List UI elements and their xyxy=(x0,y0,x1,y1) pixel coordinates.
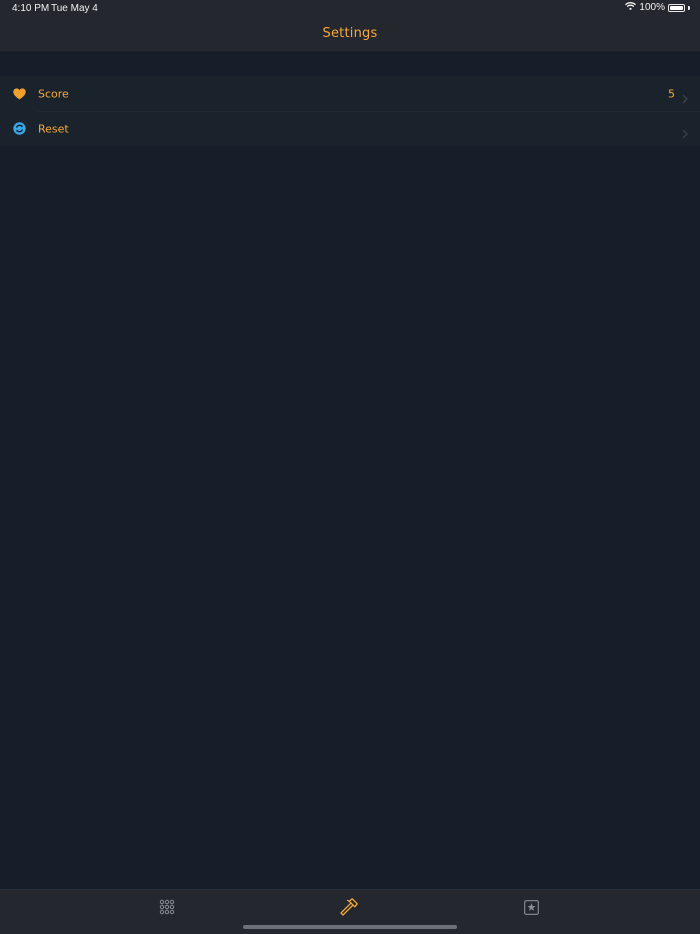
tab-favorites[interactable] xyxy=(521,899,541,919)
wifi-icon xyxy=(625,2,637,13)
grid-icon xyxy=(159,899,175,919)
battery-icon xyxy=(668,3,685,12)
tab-hammer[interactable] xyxy=(339,897,359,921)
settings-list: Score 5 Reset xyxy=(0,76,700,146)
star-square-icon xyxy=(523,899,539,919)
settings-row-reset[interactable]: Reset xyxy=(0,111,700,146)
status-indicators: 100% xyxy=(625,2,690,13)
battery-level-fill xyxy=(670,5,683,10)
home-indicator[interactable] xyxy=(243,925,457,929)
chevron-right-icon xyxy=(682,89,688,103)
score-value: 5 xyxy=(668,87,675,100)
status-time: 4:10 PM xyxy=(12,3,50,14)
status-date: Tue May 4 xyxy=(51,3,98,14)
settings-screen: 4:10 PM Tue May 4 100% Settings Score 5 … xyxy=(0,0,700,934)
tab-grid[interactable] xyxy=(157,899,177,919)
status-bar: 4:10 PM Tue May 4 100% xyxy=(0,0,700,18)
navigation-bar: Settings xyxy=(0,18,700,52)
reset-label: Reset xyxy=(38,122,69,135)
settings-row-score[interactable]: Score 5 xyxy=(0,76,700,111)
score-label: Score xyxy=(38,87,69,100)
battery-percent: 100% xyxy=(639,2,665,13)
chevron-right-icon xyxy=(682,124,688,138)
battery-tip xyxy=(688,5,690,10)
heart-icon xyxy=(12,87,26,101)
page-title: Settings xyxy=(322,26,378,41)
reset-icon xyxy=(12,122,26,136)
hammer-icon xyxy=(339,897,359,921)
